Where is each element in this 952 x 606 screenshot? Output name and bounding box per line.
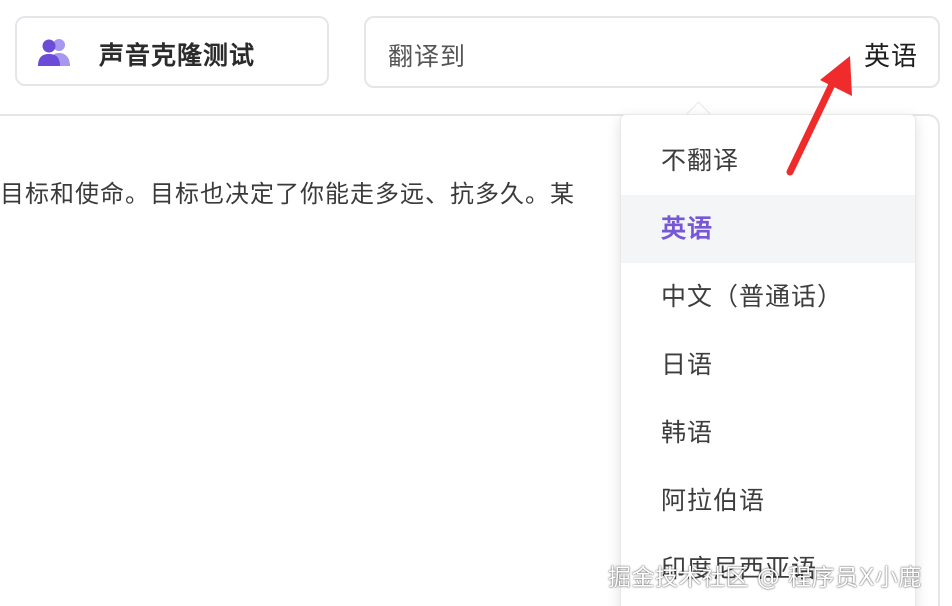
- translate-selected-value: 英语: [863, 42, 918, 72]
- content-text: 目标和使命。目标也决定了你能走多远、抗多久。某: [0, 180, 575, 208]
- dropdown-item-arabic[interactable]: 阿拉伯语: [621, 467, 915, 535]
- dropdown-item-japanese[interactable]: 日语: [621, 331, 915, 399]
- translate-to-label: 翻译到: [388, 42, 467, 71]
- dropdown-item-korean[interactable]: 韩语: [621, 399, 915, 467]
- voice-clone-card[interactable]: 声音克隆测试: [15, 16, 329, 86]
- language-dropdown: 不翻译 英语 中文（普通话） 日语 韩语 阿拉伯语 印度尼西亚语: [620, 114, 916, 606]
- dropdown-item-no-translate[interactable]: 不翻译: [621, 127, 915, 195]
- page: 目标和使命。目标也决定了你能走多远、抗多久。某 声音克隆测试 翻译到 英语 不翻…: [0, 0, 952, 606]
- watermark: 掘金技术社区 @ 程序员X小鹿: [608, 565, 922, 591]
- dropdown-item-english[interactable]: 英语: [621, 195, 915, 263]
- dropdown-item-chinese-mandarin[interactable]: 中文（普通话）: [621, 263, 915, 331]
- users-icon: [38, 39, 70, 66]
- red-arrow-icon: [786, 56, 852, 176]
- voice-clone-label: 声音克隆测试: [99, 41, 256, 70]
